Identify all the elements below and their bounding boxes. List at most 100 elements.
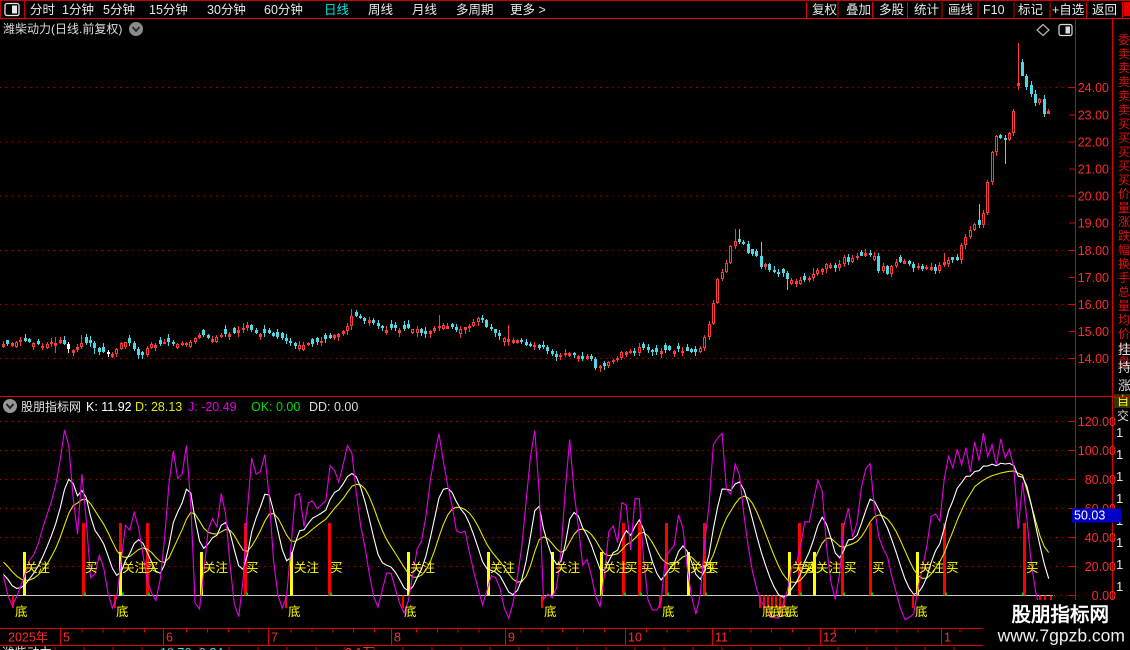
svg-text:20.00: 20.00 (1085, 560, 1116, 574)
svg-text:涨: 涨 (1118, 378, 1130, 393)
svg-text:买: 买 (146, 561, 159, 575)
svg-text:23.00: 23.00 (1078, 108, 1109, 122)
svg-text:5: 5 (63, 631, 70, 645)
svg-text:月线: 月线 (412, 3, 438, 17)
svg-text:18.76 -0.24: 18.76 -0.24 (160, 646, 223, 650)
svg-text:17.00: 17.00 (1078, 271, 1109, 285)
svg-text:18.00: 18.00 (1078, 244, 1109, 258)
svg-text:潍柴动力: 潍柴动力 (2, 646, 52, 650)
svg-text:7: 7 (271, 631, 278, 645)
svg-text:关注: 关注 (816, 560, 842, 575)
svg-text:10: 10 (628, 631, 642, 645)
svg-text:底: 底 (404, 604, 417, 619)
svg-text:底: 底 (915, 604, 928, 619)
svg-text:底: 底 (786, 604, 799, 619)
svg-text:多股: 多股 (879, 3, 905, 17)
svg-text:手: 手 (1118, 271, 1130, 285)
svg-text:买: 买 (625, 561, 638, 575)
svg-text:跌: 跌 (1118, 228, 1130, 243)
svg-text:11: 11 (715, 631, 728, 645)
svg-text:2025年: 2025年 (8, 631, 48, 645)
svg-text:标记: 标记 (1018, 3, 1044, 17)
svg-text:www.7gpzb.com: www.7gpzb.com (997, 626, 1125, 646)
svg-text:持: 持 (1118, 360, 1130, 375)
svg-text:DD: 0.00: DD: 0.00 (309, 400, 358, 414)
svg-text:F10: F10 (983, 3, 1005, 17)
svg-text:返回: 返回 (1092, 3, 1117, 17)
svg-text:买: 买 (706, 561, 719, 575)
svg-text:14.00: 14.00 (1078, 352, 1109, 366)
svg-text:底: 底 (116, 604, 129, 619)
svg-text:分时: 分时 (30, 3, 56, 17)
svg-text:买: 买 (872, 561, 885, 575)
svg-text:20.00: 20.00 (1078, 190, 1109, 204)
svg-text:买: 买 (802, 561, 815, 575)
svg-text:8: 8 (394, 631, 401, 645)
svg-text:1: 1 (1116, 557, 1123, 572)
svg-text:关注: 关注 (919, 560, 945, 575)
svg-text:24.00: 24.00 (1078, 81, 1109, 95)
svg-text:买: 买 (641, 561, 654, 575)
svg-text:2.1万: 2.1万 (345, 646, 375, 650)
svg-text:底: 底 (544, 604, 557, 619)
svg-text:更多 >: 更多 > (510, 3, 546, 17)
svg-text:关注: 关注 (203, 560, 229, 575)
svg-text:关注: 关注 (294, 560, 320, 575)
svg-text:+自选: +自选 (1052, 3, 1085, 17)
svg-text:15分钟: 15分钟 (149, 2, 188, 17)
svg-text:价: 价 (1118, 187, 1130, 201)
svg-text:卖: 卖 (1118, 61, 1130, 75)
svg-text:委: 委 (1118, 33, 1130, 47)
svg-text:卖: 卖 (1118, 103, 1130, 117)
svg-text:买: 买 (668, 561, 681, 575)
svg-text:底: 底 (288, 604, 301, 619)
svg-text:画线: 画线 (948, 3, 974, 17)
svg-text:1: 1 (1116, 447, 1123, 462)
svg-text:卖: 卖 (1118, 89, 1130, 103)
svg-text:1: 1 (1116, 425, 1123, 440)
svg-text:买: 买 (246, 561, 259, 575)
svg-text:买: 买 (1118, 159, 1130, 173)
svg-text:15.00: 15.00 (1078, 325, 1109, 339)
svg-text:自: 自 (1117, 394, 1129, 408)
svg-text:涨: 涨 (1118, 214, 1130, 229)
svg-text:周线: 周线 (368, 3, 394, 17)
svg-text:买: 买 (1118, 117, 1130, 131)
svg-text:买: 买 (1118, 131, 1130, 145)
svg-text:买: 买 (85, 561, 98, 575)
svg-text:OK: 0.00: OK: 0.00 (251, 400, 300, 414)
svg-text:买: 买 (844, 561, 857, 575)
svg-text:买: 买 (1118, 145, 1130, 159)
svg-text:量: 量 (1118, 201, 1130, 215)
svg-text:挂: 挂 (1118, 342, 1130, 357)
svg-text:关注: 关注 (25, 560, 51, 575)
svg-text:12: 12 (823, 631, 837, 645)
svg-text:股朋指标网: 股朋指标网 (21, 399, 81, 414)
svg-text:卖: 卖 (1118, 47, 1130, 61)
svg-text:22.00: 22.00 (1078, 135, 1109, 149)
svg-text:D: 28.13: D: 28.13 (135, 400, 182, 414)
svg-text:21.00: 21.00 (1078, 163, 1109, 177)
svg-text:关注: 关注 (410, 560, 436, 575)
svg-text:交: 交 (1117, 408, 1129, 423)
svg-text:总: 总 (1118, 285, 1130, 299)
svg-text:30分钟: 30分钟 (207, 2, 246, 17)
svg-text:1: 1 (1116, 535, 1123, 550)
svg-text:价: 价 (1118, 327, 1130, 341)
svg-text:1: 1 (1116, 491, 1123, 506)
svg-text:9: 9 (508, 631, 515, 645)
svg-text:均: 均 (1118, 313, 1130, 327)
svg-text:19.00: 19.00 (1078, 217, 1109, 231)
svg-text:买: 买 (330, 561, 343, 575)
svg-text:底: 底 (662, 604, 675, 619)
svg-text:80.00: 80.00 (1085, 473, 1116, 487)
svg-text:叠加: 叠加 (846, 3, 871, 17)
svg-text:1: 1 (1116, 579, 1123, 594)
svg-text:关注: 关注 (555, 560, 581, 575)
svg-text:买: 买 (1026, 561, 1039, 575)
svg-text:16.00: 16.00 (1078, 298, 1109, 312)
svg-text:统计: 统计 (914, 3, 939, 17)
svg-text:关注: 关注 (490, 560, 516, 575)
svg-text:K: 11.92: K: 11.92 (86, 400, 132, 414)
svg-text:潍柴动力(日线.前复权): 潍柴动力(日线.前复权) (3, 21, 122, 36)
